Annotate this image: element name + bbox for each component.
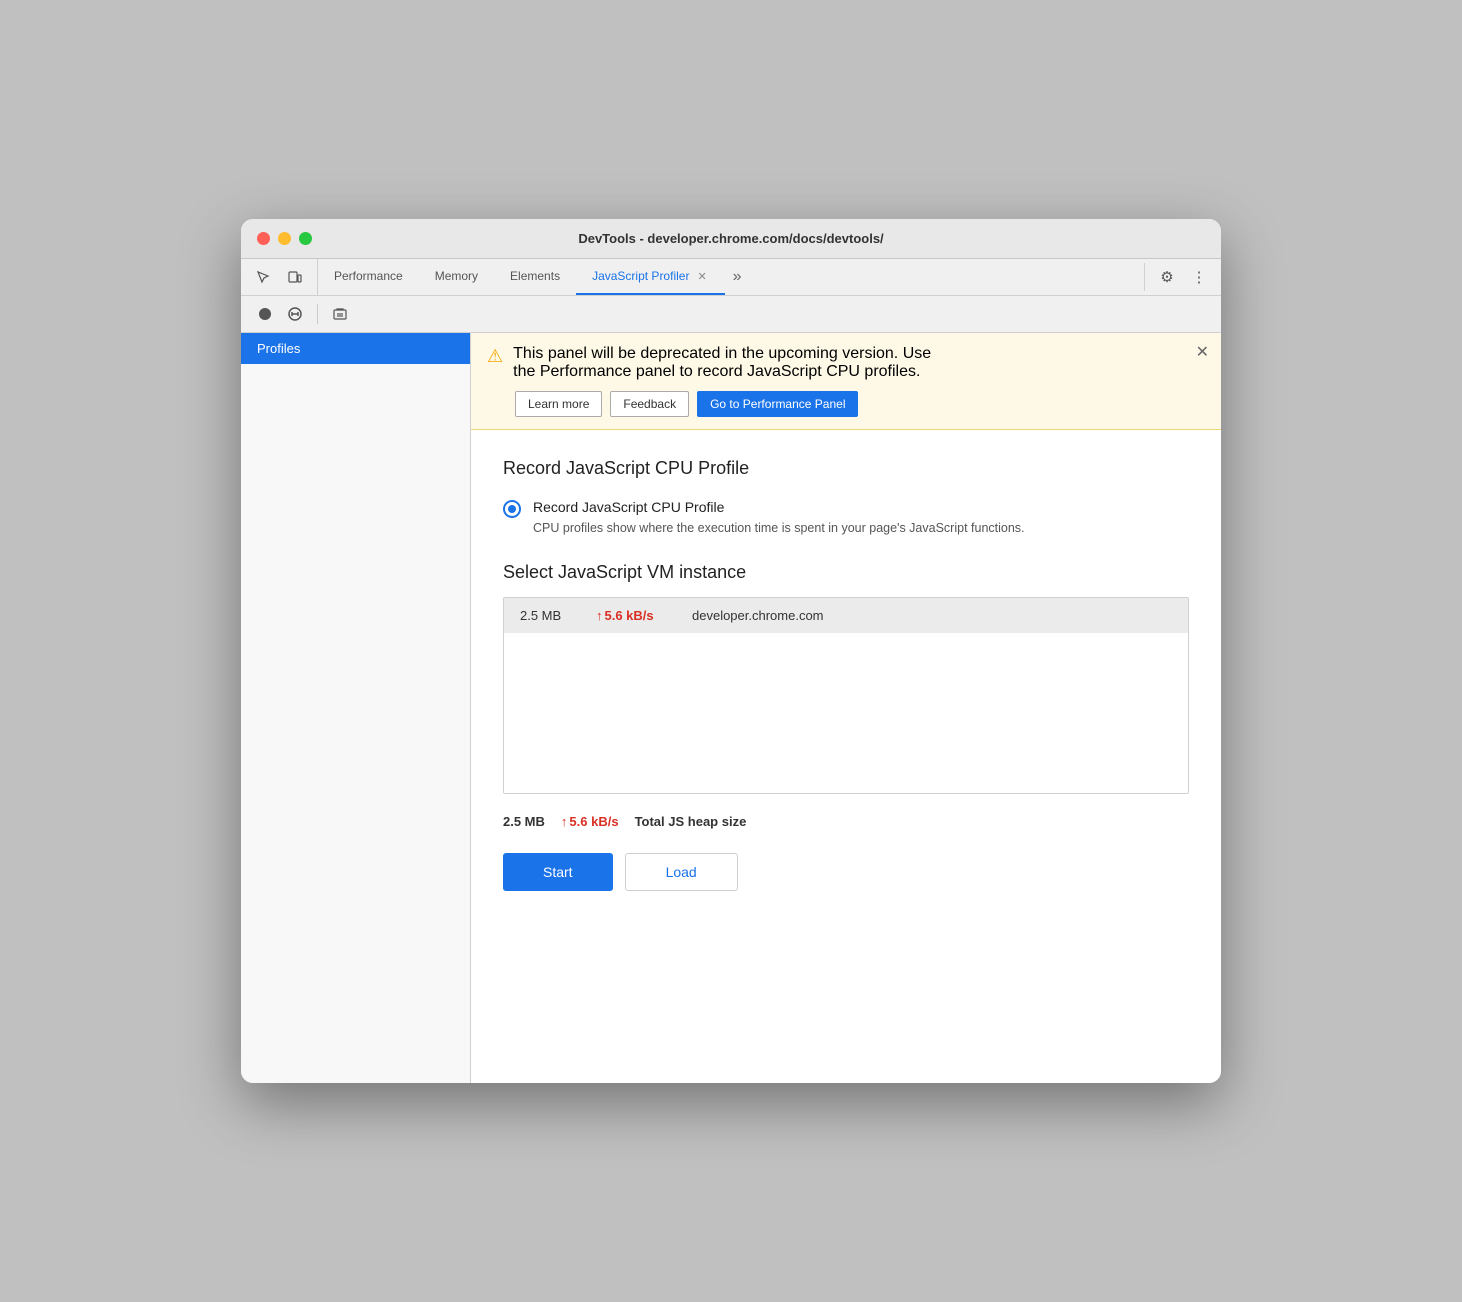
tab-performance[interactable]: Performance	[318, 259, 419, 295]
stats-speed-value: 5.6 kB/s	[569, 814, 618, 829]
radio-option-cpu: Record JavaScript CPU Profile CPU profil…	[503, 499, 1189, 538]
stats-speed-arrow: ↑	[561, 814, 568, 829]
warning-text-line1: This panel will be deprecated in the upc…	[513, 345, 931, 363]
settings-icon[interactable]: ⚙	[1153, 263, 1181, 291]
stats-row: 2.5 MB ↑ 5.6 kB/s Total JS heap size	[503, 806, 1189, 837]
vm-speed: ↑ 5.6 kB/s	[596, 608, 676, 623]
vm-section-title: Select JavaScript VM instance	[503, 562, 1189, 583]
radio-cpu-desc: CPU profiles show where the execution ti…	[533, 519, 1025, 538]
warning-actions: Learn more Feedback Go to Performance Pa…	[487, 391, 1205, 417]
stats-speed: ↑ 5.6 kB/s	[561, 814, 619, 829]
profile-content: Record JavaScript CPU Profile Record Jav…	[471, 430, 1221, 919]
main-content: Profiles ⚠ This panel will be deprecated…	[241, 333, 1221, 1083]
stop-button[interactable]	[283, 302, 307, 326]
panel-divider	[317, 304, 318, 324]
vm-speed-value: 5.6 kB/s	[605, 608, 654, 623]
clear-button[interactable]	[328, 302, 352, 326]
title-bar: DevTools - developer.chrome.com/docs/dev…	[241, 219, 1221, 259]
tab-elements-label: Elements	[510, 269, 560, 283]
vm-instance-list: 2.5 MB ↑ 5.6 kB/s developer.chrome.com	[503, 597, 1189, 794]
record-button[interactable]	[253, 302, 277, 326]
tab-memory-label: Memory	[435, 269, 478, 283]
radio-cpu-label: Record JavaScript CPU Profile	[533, 499, 1025, 515]
right-panel: ⚠ This panel will be deprecated in the u…	[471, 333, 1221, 1083]
window-title: DevTools - developer.chrome.com/docs/dev…	[578, 231, 883, 246]
panel-icons-row	[241, 296, 1221, 333]
vm-empty-area	[504, 633, 1188, 793]
tabs-toolbar: Performance Memory Elements JavaScript P…	[241, 259, 1221, 296]
radio-dot	[508, 505, 516, 513]
record-section-title: Record JavaScript CPU Profile	[503, 458, 1189, 479]
go-to-panel-button[interactable]: Go to Performance Panel	[697, 391, 858, 417]
radio-cpu-icon[interactable]	[503, 500, 521, 518]
sidebar-profiles-label: Profiles	[257, 341, 300, 356]
load-button[interactable]: Load	[625, 853, 738, 891]
tab-close-icon[interactable]: ✕	[695, 269, 708, 284]
close-button[interactable]	[257, 232, 270, 245]
tab-js-profiler[interactable]: JavaScript Profiler ✕	[576, 259, 725, 295]
vm-row[interactable]: 2.5 MB ↑ 5.6 kB/s developer.chrome.com	[504, 598, 1188, 633]
radio-option-text: Record JavaScript CPU Profile CPU profil…	[533, 499, 1025, 538]
traffic-lights	[257, 232, 312, 245]
sidebar: Profiles	[241, 333, 471, 1083]
sidebar-item-profiles[interactable]: Profiles	[241, 333, 470, 364]
learn-more-button[interactable]: Learn more	[515, 391, 602, 417]
warning-text-line2: the Performance panel to record JavaScri…	[513, 363, 931, 381]
vm-speed-arrow: ↑	[596, 608, 603, 623]
start-button[interactable]: Start	[503, 853, 613, 891]
minimize-button[interactable]	[278, 232, 291, 245]
vm-url: developer.chrome.com	[692, 608, 824, 623]
maximize-button[interactable]	[299, 232, 312, 245]
devtools-window: DevTools - developer.chrome.com/docs/dev…	[241, 219, 1221, 1083]
nav-icons	[241, 259, 318, 295]
feedback-button[interactable]: Feedback	[610, 391, 689, 417]
toolbar-right-controls: ⚙ ⋮	[1144, 263, 1221, 291]
stats-label: Total JS heap size	[635, 814, 747, 829]
warning-icon: ⚠	[487, 346, 503, 367]
more-tabs-icon[interactable]: »	[725, 259, 750, 295]
device-icon[interactable]	[281, 263, 309, 291]
warning-text: This panel will be deprecated in the upc…	[513, 345, 931, 381]
cursor-icon[interactable]	[249, 263, 277, 291]
warning-close-button[interactable]: ✕	[1196, 345, 1209, 361]
tab-elements[interactable]: Elements	[494, 259, 576, 295]
tab-performance-label: Performance	[334, 269, 403, 283]
deprecation-warning-banner: ⚠ This panel will be deprecated in the u…	[471, 333, 1221, 430]
tab-list: Performance Memory Elements JavaScript P…	[318, 259, 1144, 295]
more-options-icon[interactable]: ⋮	[1185, 263, 1213, 291]
tab-memory[interactable]: Memory	[419, 259, 494, 295]
stats-size: 2.5 MB	[503, 814, 545, 829]
action-buttons: Start Load	[503, 853, 1189, 891]
tab-js-profiler-label: JavaScript Profiler	[592, 269, 689, 283]
vm-size: 2.5 MB	[520, 608, 580, 623]
warning-content: ⚠ This panel will be deprecated in the u…	[487, 345, 1205, 381]
